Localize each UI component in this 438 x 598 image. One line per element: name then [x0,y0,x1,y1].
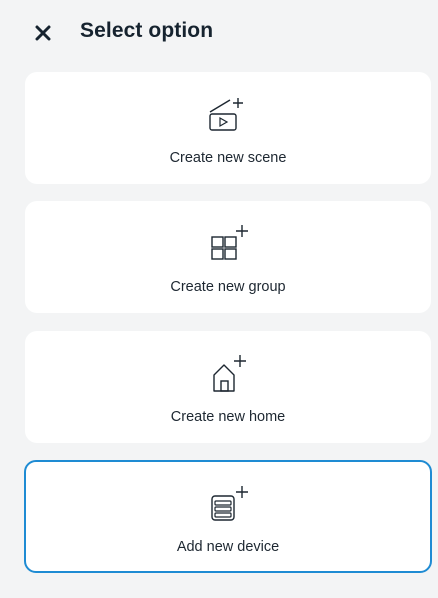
close-button[interactable] [32,22,54,44]
create-group-option[interactable]: Create new group [25,201,431,313]
create-group-label: Create new group [170,279,286,295]
create-home-label: Create new home [170,409,286,425]
create-scene-label: Create new scene [169,150,287,166]
add-device-label: Add new device [176,539,280,555]
create-home-option[interactable]: Create new home [25,331,431,443]
scene-add-icon [200,92,256,138]
page-title: Select option [80,19,214,42]
device-add-icon [200,482,256,528]
create-scene-option[interactable]: Create new scene [25,72,431,184]
close-icon [35,25,51,41]
header: Select option [0,0,438,64]
add-device-option[interactable]: Add new device [24,460,432,573]
home-add-icon [200,351,256,397]
group-add-icon [200,221,256,267]
